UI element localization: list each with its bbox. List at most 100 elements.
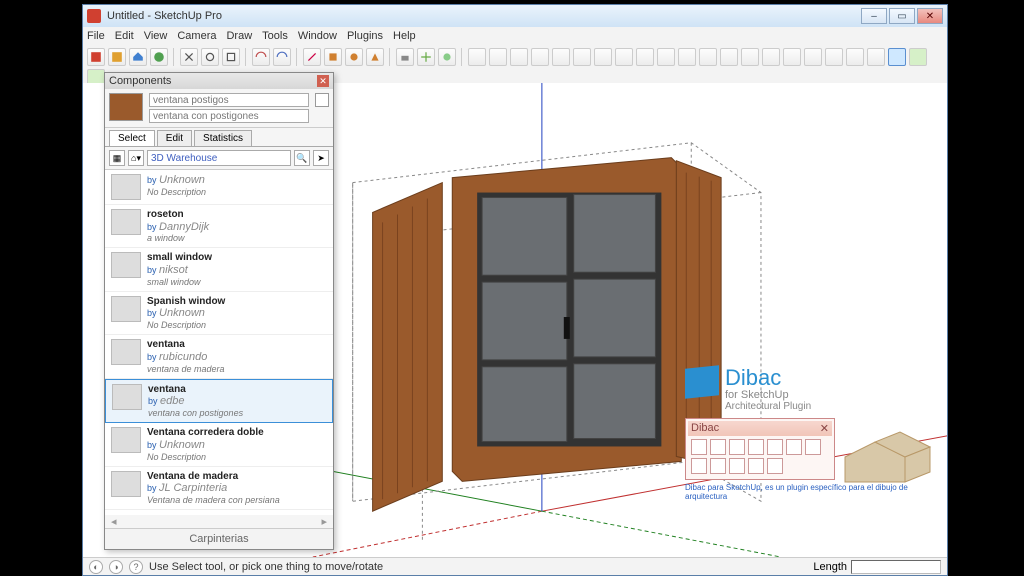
dibac-logo-icon [685, 365, 719, 399]
menu-tools[interactable]: Tools [262, 30, 288, 42]
components-panel-close-icon[interactable]: ✕ [317, 75, 329, 87]
toolbar-button[interactable] [510, 48, 528, 66]
toolbar-button[interactable] [180, 48, 198, 66]
arrow-icon[interactable]: ➤ [313, 150, 329, 166]
toolbar-button[interactable] [594, 48, 612, 66]
window-maximize-button[interactable]: ▭ [889, 8, 915, 24]
nav-prev-icon[interactable]: ◂ [111, 515, 117, 528]
tab-select[interactable]: Select [109, 130, 155, 146]
toolbar-button[interactable] [303, 48, 321, 66]
toolbar-button[interactable] [489, 48, 507, 66]
dibac-tool-button[interactable] [767, 458, 783, 474]
dibac-tool-button[interactable] [729, 458, 745, 474]
dibac-tool-button[interactable] [729, 439, 745, 455]
toolbar-button[interactable] [888, 48, 906, 66]
menu-camera[interactable]: Camera [177, 30, 216, 42]
menu-view[interactable]: View [144, 30, 168, 42]
toolbar-button[interactable] [345, 48, 363, 66]
component-search-input[interactable] [149, 93, 309, 107]
toolbar-button[interactable] [468, 48, 486, 66]
toolbar-button[interactable] [804, 48, 822, 66]
component-result-item[interactable]: roseton by DannyDijk a window [105, 205, 333, 248]
component-result-item[interactable]: Ventana de madera by JL Carpinteria Vent… [105, 467, 333, 510]
status-help-icon[interactable]: ? [129, 560, 143, 574]
component-result-item[interactable]: ventana by rubicundo ventana de madera [105, 335, 333, 378]
component-result-item[interactable]: ventana by edbe ventana con postigones [105, 379, 333, 423]
toolbar-button[interactable] [87, 48, 105, 66]
result-author: by Unknown [147, 439, 264, 452]
toolbar-button[interactable] [783, 48, 801, 66]
tab-statistics[interactable]: Statistics [194, 130, 252, 146]
component-name-input[interactable] [149, 109, 309, 123]
dibac-tool-button[interactable] [710, 439, 726, 455]
component-result-item[interactable]: small window by niksot small window [105, 248, 333, 291]
menu-draw[interactable]: Draw [226, 30, 252, 42]
toolbar-button[interactable] [699, 48, 717, 66]
toolbar-button[interactable] [417, 48, 435, 66]
toolbar-button[interactable] [273, 48, 291, 66]
dibac-tool-button[interactable] [805, 439, 821, 455]
dibac-tool-button[interactable] [748, 439, 764, 455]
toolbar-button[interactable] [678, 48, 696, 66]
toolbar-button[interactable] [324, 48, 342, 66]
components-panel[interactable]: Components ✕ Select Edit Statistics ▦ ⌂▾… [104, 72, 334, 550]
toolbar-button[interactable] [150, 48, 168, 66]
home-icon[interactable]: ⌂▾ [128, 150, 144, 166]
view-mode-icon[interactable]: ▦ [109, 150, 125, 166]
dibac-tool-button[interactable] [748, 458, 764, 474]
dibac-tool-button[interactable] [767, 439, 783, 455]
dibac-tool-button[interactable] [691, 439, 707, 455]
toolbar-button[interactable] [615, 48, 633, 66]
toolbar-button[interactable] [396, 48, 414, 66]
nav-next-icon[interactable]: ▸ [321, 515, 327, 528]
component-result-item[interactable]: by Unknown No Description [105, 170, 333, 205]
toolbar-button[interactable] [201, 48, 219, 66]
tab-edit[interactable]: Edit [157, 130, 192, 146]
toolbar-button[interactable] [867, 48, 885, 66]
toolbar-button[interactable] [108, 48, 126, 66]
dibac-brand: Dibac [725, 367, 811, 389]
components-results[interactable]: by Unknown No Description roseton by Dan… [105, 170, 333, 515]
window-minimize-button[interactable]: – [861, 8, 887, 24]
dibac-panel-close-icon[interactable]: ✕ [820, 422, 829, 435]
toolbar-button[interactable] [129, 48, 147, 66]
toolbar-button[interactable] [846, 48, 864, 66]
results-nav: ◂ ▸ [105, 515, 333, 528]
dibac-tool-button[interactable] [786, 439, 802, 455]
menu-edit[interactable]: Edit [115, 30, 134, 42]
status-icon[interactable]: ◐ [89, 560, 103, 574]
menu-help[interactable]: Help [393, 30, 416, 42]
result-thumb [111, 174, 141, 200]
result-desc: No Description [147, 452, 264, 462]
toolbar-button[interactable] [741, 48, 759, 66]
toolbar-button[interactable] [438, 48, 456, 66]
collection-name[interactable]: Carpinterias [105, 528, 333, 549]
toolbar-button[interactable] [657, 48, 675, 66]
toolbar-button[interactable] [552, 48, 570, 66]
menu-window[interactable]: Window [298, 30, 337, 42]
status-icon[interactable]: ◑ [109, 560, 123, 574]
toolbar-button[interactable] [636, 48, 654, 66]
titlebar[interactable]: Untitled - SketchUp Pro – ▭ ✕ [83, 5, 947, 27]
toolbar-button[interactable] [252, 48, 270, 66]
toolbar-button[interactable] [720, 48, 738, 66]
toolbar-button[interactable] [909, 48, 927, 66]
toolbar-button[interactable] [762, 48, 780, 66]
window-close-button[interactable]: ✕ [917, 8, 943, 24]
dibac-tool-button[interactable] [691, 458, 707, 474]
component-result-item[interactable]: Spanish window by Unknown No Description [105, 292, 333, 335]
search-icon[interactable]: 🔍 [294, 150, 310, 166]
component-result-item[interactable]: Ventana corredera doble by Unknown No De… [105, 423, 333, 466]
toolbar-button[interactable] [222, 48, 240, 66]
length-input[interactable] [851, 560, 941, 574]
warehouse-source-input[interactable] [147, 150, 291, 166]
result-thumb [111, 339, 141, 365]
toolbar-button[interactable] [531, 48, 549, 66]
toolbar-button[interactable] [573, 48, 591, 66]
menu-file[interactable]: File [87, 30, 105, 42]
dibac-tool-button[interactable] [710, 458, 726, 474]
pin-icon[interactable] [315, 93, 329, 107]
toolbar-button[interactable] [825, 48, 843, 66]
toolbar-button[interactable] [366, 48, 384, 66]
menu-plugins[interactable]: Plugins [347, 30, 383, 42]
